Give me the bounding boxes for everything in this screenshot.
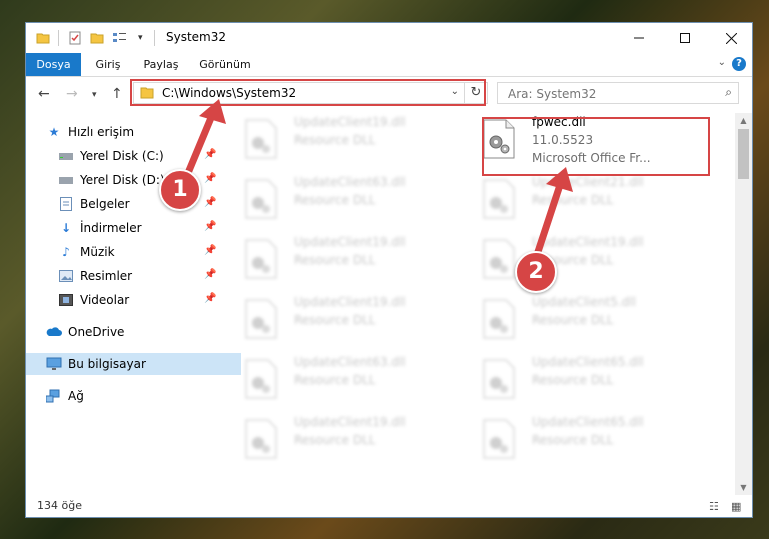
- arrow-2: [530, 167, 573, 268]
- step-badge-2: 2: [515, 251, 557, 293]
- step-badge-1: 1: [159, 169, 201, 211]
- annotation-arrows: [179, 99, 573, 268]
